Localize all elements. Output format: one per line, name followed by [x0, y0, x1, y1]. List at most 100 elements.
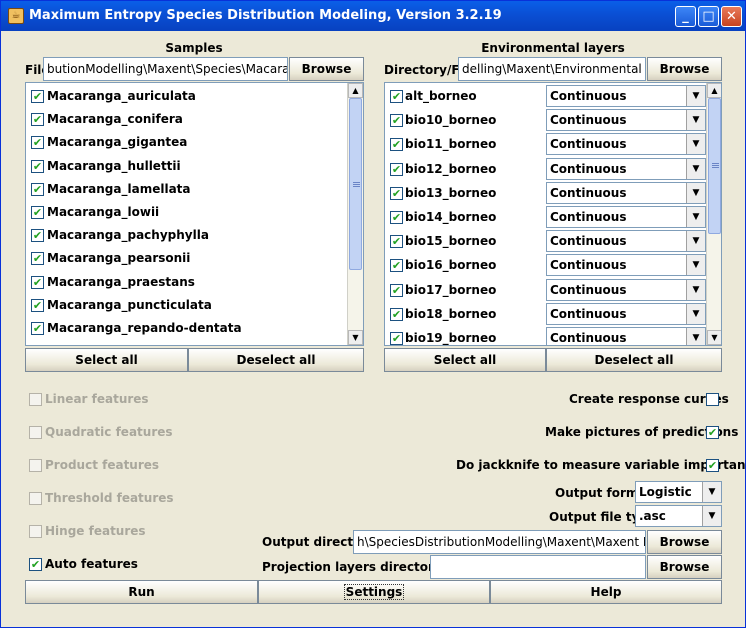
env-layer-item[interactable]: ✔ bio15_borneo Continuous ▼ [385, 229, 706, 253]
samples-list-item[interactable]: ✔ Macaranga_lamellata [26, 178, 346, 202]
run-button[interactable]: Run [25, 580, 258, 604]
samples-list-item[interactable]: ✔ Macaranga_praestans [26, 271, 346, 295]
env-layer-item[interactable]: ✔ alt_borneo Continuous ▼ [385, 84, 706, 108]
scroll-up-arrow-icon[interactable]: ▲ [707, 83, 721, 98]
sample-checkbox[interactable]: ✔ [31, 136, 44, 150]
scroll-down-arrow-icon[interactable]: ▼ [707, 330, 721, 345]
dropdown-arrow-icon[interactable]: ▼ [686, 303, 705, 324]
output-format-select[interactable]: Logistic ▼ [635, 481, 722, 503]
sample-checkbox[interactable]: ✔ [31, 182, 44, 196]
sample-checkbox[interactable]: ✔ [31, 275, 44, 289]
scrollbar-thumb[interactable] [349, 98, 362, 270]
scroll-down-arrow-icon[interactable]: ▼ [348, 330, 363, 345]
hinge-features-checkbox[interactable] [29, 525, 42, 538]
dropdown-arrow-icon[interactable]: ▼ [686, 86, 705, 106]
sample-checkbox[interactable]: ✔ [31, 322, 44, 335]
samples-list-item[interactable]: ✔ Macaranga_hullettii [26, 155, 346, 179]
settings-button[interactable]: Settings [258, 580, 490, 604]
env-layer-type-select[interactable]: Continuous ▼ [546, 157, 706, 180]
env-layer-type-select[interactable]: Continuous ▼ [546, 278, 706, 301]
env-layer-type-select[interactable]: Continuous ▼ [546, 181, 706, 204]
env-layer-item[interactable]: ✔ bio12_borneo Continuous ▼ [385, 157, 706, 181]
env-layer-item[interactable]: ✔ bio10_borneo Continuous ▼ [385, 108, 706, 132]
output-file-type-select[interactable]: .asc ▼ [635, 505, 722, 527]
env-layer-item[interactable]: ✔ bio18_borneo Continuous ▼ [385, 302, 706, 326]
help-button[interactable]: Help [490, 580, 722, 604]
samples-select-all-button[interactable]: Select all [25, 348, 188, 372]
projection-layers-field[interactable] [430, 555, 646, 579]
env-layer-type-select[interactable]: Continuous ▼ [546, 109, 706, 132]
samples-deselect-all-button[interactable]: Deselect all [188, 348, 364, 372]
projection-browse-button[interactable]: Browse [647, 555, 722, 579]
dropdown-arrow-icon[interactable]: ▼ [686, 110, 705, 131]
dropdown-arrow-icon[interactable]: ▼ [686, 279, 705, 300]
samples-browse-button[interactable]: Browse [289, 57, 364, 81]
dropdown-arrow-icon[interactable]: ▼ [702, 482, 721, 502]
jackknife-checkbox[interactable]: ✔ [706, 459, 719, 472]
env-layer-checkbox[interactable]: ✔ [390, 90, 403, 103]
samples-list-item[interactable]: ✔ Macaranga_lowii [26, 201, 346, 225]
env-layer-item[interactable]: ✔ bio19_borneo Continuous ▼ [385, 326, 706, 345]
sample-checkbox[interactable]: ✔ [31, 229, 44, 243]
dropdown-arrow-icon[interactable]: ▼ [686, 158, 705, 179]
sample-checkbox[interactable]: ✔ [31, 159, 44, 173]
output-directory-browse-button[interactable]: Browse [647, 530, 722, 554]
sample-checkbox[interactable]: ✔ [31, 90, 44, 103]
dropdown-arrow-icon[interactable]: ▼ [686, 255, 705, 276]
samples-list-item[interactable]: ✔ Macaranga_gigantea [26, 131, 346, 155]
env-deselect-all-button[interactable]: Deselect all [546, 348, 722, 372]
env-layer-type-select[interactable]: Continuous ▼ [546, 206, 706, 228]
env-layer-item[interactable]: ✔ bio16_borneo Continuous ▼ [385, 253, 706, 277]
dropdown-arrow-icon[interactable]: ▼ [686, 182, 705, 203]
env-layer-checkbox[interactable]: ✔ [390, 235, 403, 249]
scroll-up-arrow-icon[interactable]: ▲ [348, 83, 363, 98]
env-layer-checkbox[interactable]: ✔ [390, 114, 403, 128]
env-layer-item[interactable]: ✔ bio17_borneo Continuous ▼ [385, 278, 706, 302]
dropdown-arrow-icon[interactable]: ▼ [686, 328, 705, 345]
env-layer-checkbox[interactable]: ✔ [390, 186, 403, 200]
linear-features-checkbox[interactable] [29, 393, 42, 406]
env-layer-checkbox[interactable]: ✔ [390, 211, 403, 224]
samples-list-item[interactable]: ✔ Macaranga_auriculata [26, 85, 346, 109]
auto-features-checkbox[interactable]: ✔ [29, 558, 42, 571]
env-layer-type-select[interactable]: Continuous ▼ [546, 327, 706, 345]
dropdown-arrow-icon[interactable]: ▼ [702, 506, 721, 526]
sample-checkbox[interactable]: ✔ [31, 298, 44, 312]
env-layer-item[interactable]: ✔ bio14_borneo Continuous ▼ [385, 205, 706, 229]
samples-list-item[interactable]: ✔ Macaranga_conifera [26, 108, 346, 132]
sample-checkbox[interactable]: ✔ [31, 252, 44, 266]
env-scrollbar[interactable]: ▲ ▼ [706, 83, 721, 345]
env-browse-button[interactable]: Browse [647, 57, 722, 81]
scrollbar-thumb[interactable] [708, 98, 721, 234]
close-button[interactable]: ✕ [721, 6, 742, 27]
product-features-checkbox[interactable] [29, 459, 42, 472]
env-layer-item[interactable]: ✔ bio11_borneo Continuous ▼ [385, 132, 706, 156]
env-layer-type-select[interactable]: Continuous ▼ [546, 133, 706, 156]
env-layer-checkbox[interactable]: ✔ [390, 138, 403, 152]
sample-checkbox[interactable]: ✔ [31, 113, 44, 127]
env-select-all-button[interactable]: Select all [384, 348, 546, 372]
env-dir-field[interactable]: delling\Maxent\Environmental Data [458, 57, 646, 81]
dropdown-arrow-icon[interactable]: ▼ [686, 207, 705, 227]
env-layer-checkbox[interactable]: ✔ [390, 307, 403, 321]
minimize-button[interactable]: _ [675, 6, 696, 27]
env-layer-checkbox[interactable]: ✔ [390, 332, 403, 345]
samples-list-item[interactable]: ✔ Macaranga_puncticulata [26, 294, 346, 318]
samples-list-item[interactable]: ✔ Macaranga_repando-dentata [26, 317, 346, 341]
sample-checkbox[interactable]: ✔ [31, 206, 44, 219]
env-layer-checkbox[interactable]: ✔ [390, 283, 403, 297]
maximize-button[interactable]: □ [698, 6, 719, 27]
dropdown-arrow-icon[interactable]: ▼ [686, 231, 705, 252]
output-directory-field[interactable]: h\SpeciesDistributionModelling\Maxent\Ma… [353, 530, 646, 554]
env-layer-type-select[interactable]: Continuous ▼ [546, 254, 706, 277]
samples-list-item[interactable]: ✔ Macaranga_pearsonii [26, 247, 346, 271]
response-curves-checkbox[interactable] [706, 393, 719, 406]
env-layer-type-select[interactable]: Continuous ▼ [546, 230, 706, 253]
pictures-checkbox[interactable]: ✔ [706, 426, 719, 439]
samples-list-item[interactable]: ✔ Macaranga_pachyphylla [26, 224, 346, 248]
env-layer-checkbox[interactable]: ✔ [390, 162, 403, 176]
env-layer-type-select[interactable]: Continuous ▼ [546, 85, 706, 107]
env-layer-checkbox[interactable]: ✔ [390, 259, 403, 273]
quadratic-features-checkbox[interactable] [29, 426, 42, 439]
env-layer-type-select[interactable]: Continuous ▼ [546, 302, 706, 325]
